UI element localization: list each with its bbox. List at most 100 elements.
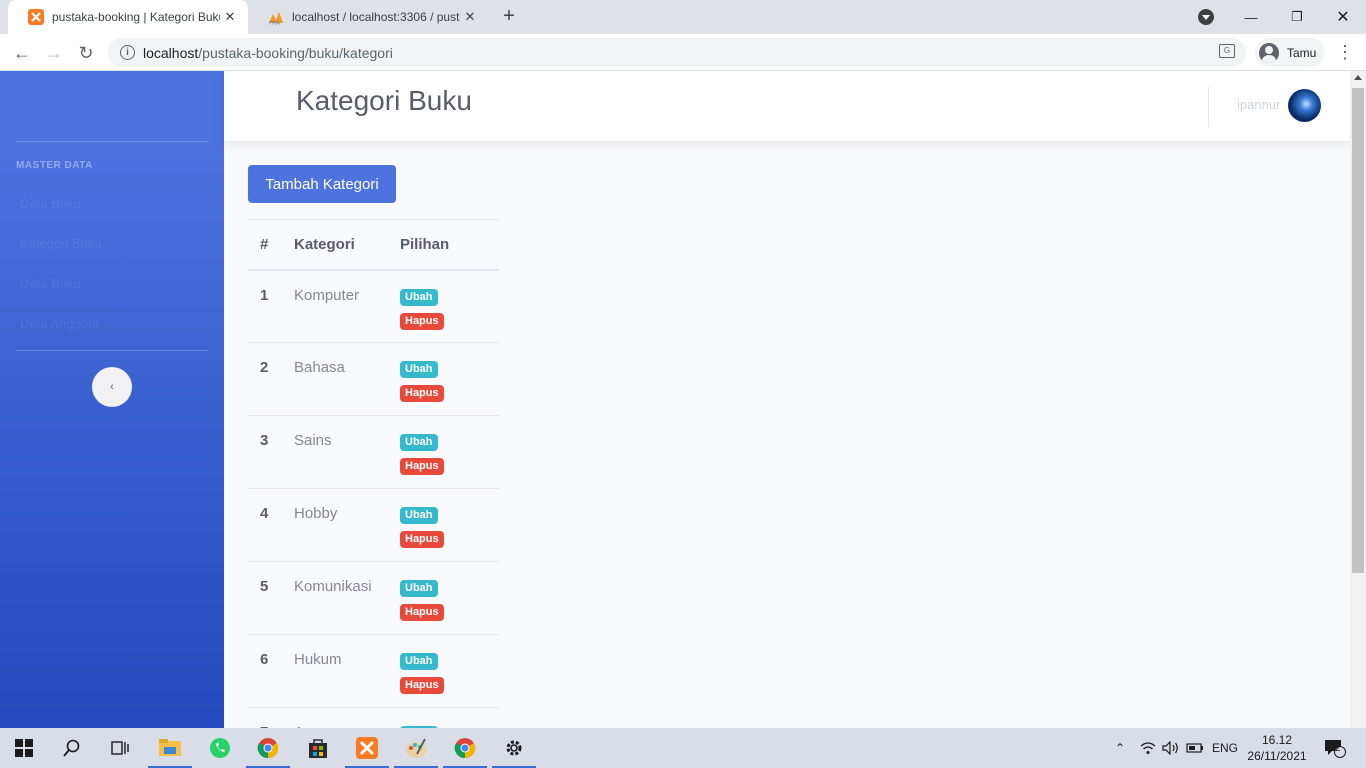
file-explorer-icon[interactable] [146,728,194,768]
delete-button[interactable]: Hapus [400,458,444,475]
notification-count: 2 [1335,743,1341,754]
new-tab-icon[interactable]: + [498,6,520,28]
scroll-up-arrow-icon[interactable] [1354,75,1362,80]
battery-icon[interactable] [1186,728,1204,768]
translate-icon[interactable]: G [1219,44,1235,58]
row-kategori: Sains [282,415,388,489]
paint-icon[interactable] [392,728,440,768]
edit-button[interactable]: Ubah [400,434,438,451]
profile-avatar-icon [1259,42,1279,63]
row-kategori: Bahasa [282,342,388,416]
window-close-icon[interactable]: ✕ [1320,0,1366,34]
row-number: 5 [248,561,282,635]
edit-button[interactable]: Ubah [400,288,438,306]
clock-date: 26/11/2021 [1247,749,1307,763]
phpmyadmin-favicon-icon: PMA [268,9,284,25]
row-actions: UbahHapus [388,707,499,728]
site-info-icon[interactable]: i [120,45,135,60]
row-kategori: Hobby [282,488,388,562]
chrome-icon[interactable] [244,728,292,768]
tab-close-icon[interactable]: ✕ [220,7,240,27]
row-number: 7 [248,707,282,728]
sidebar-heading: MASTER DATA [16,160,93,171]
user-avatar[interactable] [1288,89,1321,122]
svg-text:PMA: PMA [269,21,280,26]
edit-button[interactable]: Ubah [400,361,438,378]
tab-title: pustaka-booking | Kategori Buku [52,10,220,24]
sidebar-divider [16,141,208,142]
row-kategori: A [282,707,388,728]
row-number: 4 [248,488,282,562]
table-row: 6 Hukum Ubah Hapus [248,634,499,708]
windows-start-icon[interactable] [0,728,48,768]
edit-button[interactable]: Ubah [400,653,438,670]
browser-toolbar: ← → ↻ i localhost/pustaka-booking/buku/k… [0,34,1366,71]
profile-button[interactable]: Tamu [1255,38,1325,67]
task-view-icon[interactable] [96,728,144,768]
wifi-icon[interactable] [1140,728,1156,768]
show-hidden-icons-icon[interactable]: ⌃ [1115,728,1125,768]
settings-gear-icon[interactable] [490,728,538,768]
xampp-icon[interactable] [343,728,391,768]
whatsapp-icon[interactable] [196,728,244,768]
row-number: 1 [248,269,282,343]
tab-search-icon[interactable] [1198,9,1214,25]
add-category-button[interactable]: Tambah Kategori [248,165,396,203]
notification-center-icon[interactable]: 2 [1324,728,1346,768]
delete-button[interactable]: Hapus [400,531,444,548]
delete-button[interactable]: Hapus [400,312,444,330]
volume-icon[interactable] [1162,728,1180,768]
tab-title: localhost / localhost:3306 / pustaka [292,10,460,24]
row-number: 2 [248,342,282,416]
topbar: Kategori Buku ipannur [224,71,1350,141]
sidebar-item-data-anggota[interactable]: Data Anggota [20,316,99,331]
profile-name: Tamu [1287,45,1317,60]
browser-tab-strip: pustaka-booking | Kategori Buku ✕ PMA lo… [0,0,1366,34]
column-header-kategori: Kategori [282,219,388,271]
forward-arrow-icon[interactable]: → [40,39,68,67]
scrollbar-thumb[interactable] [1352,88,1364,573]
url-host: localhost [143,44,199,61]
tab-pustaka-booking[interactable]: pustaka-booking | Kategori Buku ✕ [8,0,248,34]
column-header-pilihan: Pilihan [388,219,499,271]
restore-icon[interactable]: ❐ [1274,0,1320,34]
system-clock[interactable]: 16.12 26/11/2021 [1240,732,1314,764]
address-bar[interactable]: i localhost/pustaka-booking/buku/kategor… [108,38,1246,67]
chrome-icon[interactable] [441,728,489,768]
page-title: Kategori Buku [296,85,472,116]
sidebar-item-data-buku-2[interactable]: Data Buku [20,276,81,291]
tab-close-icon[interactable]: ✕ [460,7,480,27]
language-indicator[interactable]: ENG [1212,728,1238,768]
table-row: 4 Hobby Ubah Hapus [248,488,499,562]
sidebar-item-kategori-buku[interactable]: Kategori Buku [20,236,102,251]
table-row: 7AUbahHapus [248,707,499,728]
category-table: # Kategori Pilihan 1 Komputer Ubah Hapus 2 Ba… [248,219,499,728]
xampp-favicon-icon [28,9,44,25]
sidebar-item-data-buku[interactable]: Data Buku [20,196,81,211]
delete-button[interactable]: Hapus [400,385,444,402]
vertical-scrollbar[interactable] [1350,71,1366,728]
table-row: 5 Komunikasi Ubah Hapus [248,561,499,635]
column-header-number: # [248,219,282,271]
url-path: /pustaka-booking/buku/kategori [198,44,393,61]
reload-icon[interactable]: ↻ [72,39,100,67]
table-row: 3 Sains Ubah Hapus [248,415,499,489]
back-arrow-icon[interactable]: ← [8,39,36,67]
sidebar-toggle-button[interactable]: ‹ [92,367,132,407]
row-kategori: Komputer [282,269,388,343]
store-icon[interactable] [294,728,342,768]
delete-button[interactable]: Hapus [400,604,444,621]
row-actions: Ubah Hapus [388,415,499,489]
browser-menu-icon[interactable]: ⋮ [1336,42,1354,62]
edit-button[interactable]: Ubah [400,507,438,524]
minimize-icon[interactable]: — [1228,0,1274,34]
search-icon[interactable] [48,728,96,768]
row-kategori: Hukum [282,634,388,708]
delete-button[interactable]: Hapus [400,677,444,694]
tab-phpmyadmin[interactable]: PMA localhost / localhost:3306 / pustaka… [248,0,488,34]
row-number: 6 [248,634,282,708]
page-viewport: MASTER DATA Data Buku Kategori Buku Data… [0,71,1366,728]
user-name[interactable]: ipannur [1237,97,1280,112]
edit-button[interactable]: Ubah [400,580,438,597]
topbar-divider [1208,87,1209,127]
